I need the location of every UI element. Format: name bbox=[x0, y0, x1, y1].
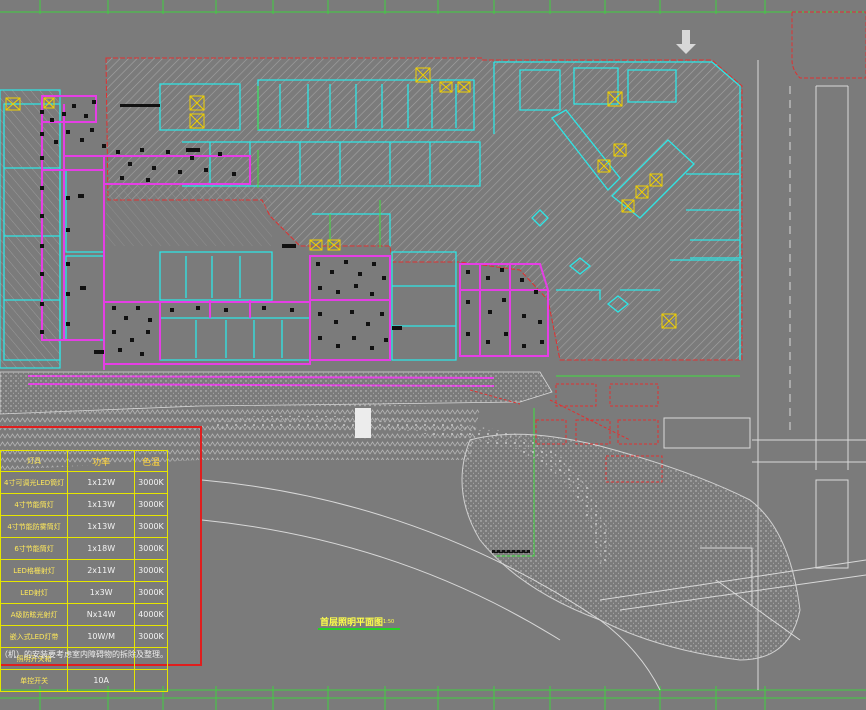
legend-fixture-power: 1x18W bbox=[67, 537, 136, 560]
legend-fixture-cct: 4000K bbox=[134, 603, 168, 626]
entrance-arrow bbox=[676, 30, 696, 54]
legend-row: 4寸节能筒灯 1x13W 3000K bbox=[0, 493, 168, 516]
legend-fixture-name: 单控开关 bbox=[0, 669, 69, 692]
building-outline bbox=[0, 57, 743, 369]
legend-fixture-cct: 3000K bbox=[134, 559, 168, 582]
legend-fixture-name: LED射灯 bbox=[0, 581, 69, 604]
legend-fixture-name: LED格栅射灯 bbox=[0, 559, 69, 582]
legend-row: LED射灯 1x3W 3000K bbox=[0, 581, 168, 604]
legend-panel: 灯具 功率 色温 4寸可调光LED筒灯 1x12W 3000K 4寸节能筒灯 1… bbox=[0, 426, 202, 692]
legend-fixture-power: 1x13W bbox=[67, 515, 136, 538]
legend-fixture-power: Nx14W bbox=[67, 603, 136, 626]
drawing-note: （机）的安装要考虑室内障碍物的拆除及整理。 bbox=[0, 650, 168, 659]
legend-header-cct: 色温 bbox=[134, 450, 168, 472]
drawing-title: 首层照明平面图 bbox=[320, 618, 384, 628]
legend-row: LED格栅射灯 2x11W 3000K bbox=[0, 559, 168, 582]
legend-fixture-cct bbox=[134, 669, 168, 692]
legend-fixture-name: 4寸节能防雾筒灯 bbox=[0, 515, 69, 538]
legend-header-power: 功率 bbox=[67, 450, 136, 472]
legend-row: 4寸节能防雾筒灯 1x13W 3000K bbox=[0, 515, 168, 538]
legend-row: 单控开关 10A bbox=[0, 669, 168, 692]
legend-fixture-power: 1x12W bbox=[67, 471, 136, 494]
legend-fixture-name: 6寸节能筒灯 bbox=[0, 537, 69, 560]
legend-fixture-cct: 3000K bbox=[134, 581, 168, 604]
legend-fixture-cct: 3000K bbox=[134, 537, 168, 560]
legend-fixture-power: 2x11W bbox=[67, 559, 136, 582]
legend-row: 4寸可调光LED筒灯 1x12W 3000K bbox=[0, 471, 168, 494]
legend-fixture-cct: 3000K bbox=[134, 515, 168, 538]
title-underline bbox=[318, 628, 400, 630]
legend-header-row: 灯具 功率 色温 bbox=[0, 450, 168, 472]
legend-row: 嵌入式LED灯带 10W/M 3000K bbox=[0, 625, 168, 648]
legend-fixture-name: A级防眩光射灯 bbox=[0, 603, 69, 626]
drawing-scale: 1:50 bbox=[383, 619, 395, 625]
legend-fixture-name: 4寸可调光LED筒灯 bbox=[0, 471, 69, 494]
legend-fixture-power: 10A bbox=[67, 669, 136, 692]
legend-fixture-cct: 3000K bbox=[134, 471, 168, 494]
legend-fixture-power: 10W/M bbox=[67, 625, 136, 648]
legend-fixture-power: 1x3W bbox=[67, 581, 136, 604]
legend-fixture-cct: 3000K bbox=[134, 493, 168, 516]
legend-fixture-cct: 3000K bbox=[134, 625, 168, 648]
legend-row: 6寸节能筒灯 1x18W 3000K bbox=[0, 537, 168, 560]
legend-header-fixture: 灯具 bbox=[0, 450, 69, 472]
legend-row: A级防眩光射灯 Nx14W 4000K bbox=[0, 603, 168, 626]
legend-fixture-name: 4寸节能筒灯 bbox=[0, 493, 69, 516]
legend-fixture-power: 1x13W bbox=[67, 493, 136, 516]
legend-fixture-name: 嵌入式LED灯带 bbox=[0, 625, 69, 648]
